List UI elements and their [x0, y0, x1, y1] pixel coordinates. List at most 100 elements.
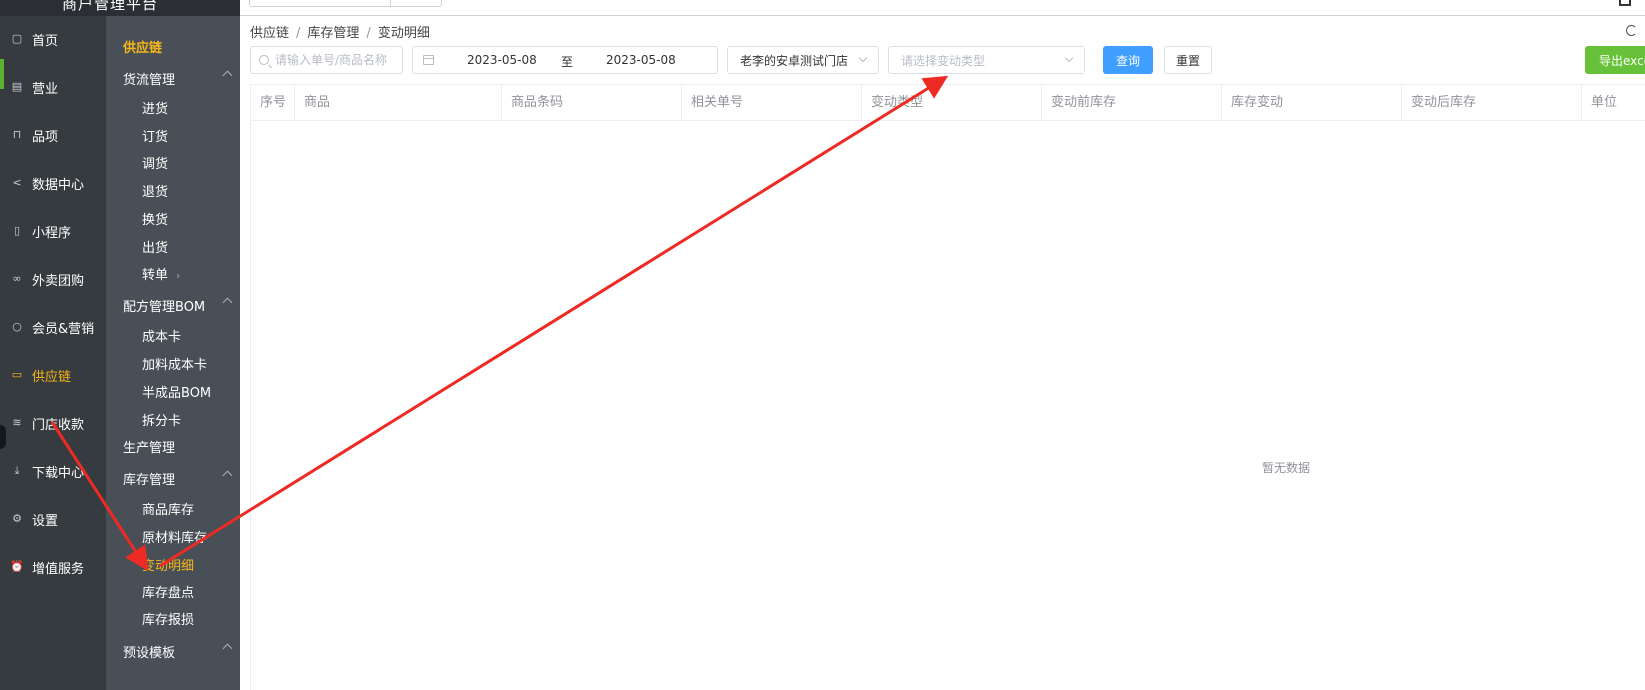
reset-button[interactable]: 重置	[1164, 46, 1212, 74]
menu-group-label: 货流管理	[123, 73, 176, 88]
menu-item-purchase[interactable]: 进货	[142, 98, 168, 117]
column-header[interactable]: 商品条码	[502, 85, 682, 121]
secondary-sidebar: 供应链 货流管理 进货 订货 调货 退货 换货 出货 转单 › 配方管理BOM 成…	[106, 16, 240, 690]
sidebar-item-label: 数据中心	[32, 177, 85, 193]
share-icon: <	[12, 176, 22, 189]
sidebar-item-label: 下载中心	[32, 465, 85, 481]
breadcrumb-item[interactable]: 库存管理	[307, 26, 359, 41]
sidebar-item-data-center[interactable]: < 数据中心	[0, 163, 106, 203]
bag-icon: ⊓	[12, 128, 22, 141]
menu-group-label: 预设模板	[123, 646, 176, 661]
stock-change-table: 序号 商品 商品条码 相关单号 变动类型 变动前库存 库存变动 变动后库存 单位…	[250, 84, 1645, 690]
column-header[interactable]: 单位	[1582, 85, 1645, 121]
menu-item-shipment[interactable]: 出货	[142, 237, 168, 256]
menu-item-exchange[interactable]: 换货	[142, 209, 168, 228]
table-header: 序号 商品 商品条码 相关单号 变动类型 变动前库存 库存变动 变动后库存 单位	[251, 85, 1645, 121]
column-header[interactable]: 库存变动	[1222, 85, 1402, 121]
sidebar-item-label: 供应链	[32, 369, 72, 385]
menu-item-stock-changes[interactable]: 变动明细	[142, 555, 194, 574]
search-box[interactable]	[250, 46, 403, 74]
date-start[interactable]: 2023-05-08	[467, 53, 537, 67]
sidebar-item-business[interactable]: ▤ 营业	[0, 67, 106, 107]
download-icon: ⤓	[14, 464, 20, 477]
menu-item-stocktake[interactable]: 库存盘点	[142, 582, 194, 601]
chevron-down-icon	[1064, 53, 1074, 63]
menu-item-convert[interactable]: 转单 ›	[142, 264, 180, 283]
breadcrumb-item[interactable]: 供应链	[250, 26, 289, 41]
menu-item-label: 转单	[142, 268, 169, 283]
top-bar: 商户管理平台	[0, 0, 1645, 16]
menu-item-product-stock[interactable]: 商品库存	[142, 499, 194, 518]
menu-group-label: 库存管理	[123, 473, 176, 488]
chevron-up-icon	[222, 70, 233, 81]
sidebar-item-label: 外卖团购	[32, 273, 85, 289]
menu-group-label: 配方管理BOM	[123, 300, 206, 315]
phone-icon: ▯	[13, 224, 21, 237]
fullscreen-icon[interactable]	[1619, 0, 1631, 6]
sidebar-item-label: 首页	[32, 33, 59, 49]
chevron-up-icon	[222, 470, 233, 481]
column-header[interactable]: 变动类型	[862, 85, 1042, 121]
menu-group-flow[interactable]: 货流管理	[123, 69, 235, 88]
gear-icon: ⚙	[12, 512, 22, 525]
menu-group-preset[interactable]: 预设模板	[123, 642, 235, 661]
menu-item-addon-cost-card[interactable]: 加料成本卡	[142, 354, 207, 373]
sidebar-item-label: 门店收款	[32, 417, 85, 433]
sidebar-item-membership[interactable]: ○ 会员&营销	[0, 307, 106, 347]
column-header[interactable]: 序号	[251, 85, 295, 121]
menu-group-bom[interactable]: 配方管理BOM	[123, 296, 235, 315]
empty-state-text: 暂无数据	[1262, 461, 1311, 475]
column-header[interactable]: 变动前库存	[1042, 85, 1222, 121]
calendar-icon: ▤	[11, 80, 23, 93]
breadcrumb-separator: /	[296, 26, 301, 41]
menu-item-material-stock[interactable]: 原材料库存	[142, 527, 207, 546]
main-content: 供应链 / 库存管理 / 变动明细 2023-05-08 至 2023-05-08 老李…	[240, 16, 1645, 690]
breadcrumb: 供应链 / 库存管理 / 变动明细	[250, 22, 430, 41]
search-input[interactable]	[275, 53, 393, 67]
column-header[interactable]: 商品	[295, 85, 502, 121]
home-icon: ▢	[11, 32, 23, 45]
date-range-separator: 至	[561, 55, 574, 69]
column-header[interactable]: 变动后库存	[1402, 85, 1582, 121]
sidebar-item-miniprogram[interactable]: ▯ 小程序	[0, 211, 106, 251]
query-button[interactable]: 查询	[1103, 46, 1153, 74]
sidebar-item-products[interactable]: ⊓ 品项	[0, 115, 106, 155]
store-select-value: 老李的安卓测试门店	[740, 53, 849, 68]
sidebar-item-label: 增值服务	[32, 561, 85, 577]
chevron-up-icon	[222, 297, 233, 308]
sidebar-item-label: 设置	[32, 513, 59, 529]
brand-name: 商户管理平台	[62, 0, 159, 13]
sidebar-item-downloads[interactable]: ⤓ 下载中心	[0, 451, 106, 491]
sidebar-item-supply-chain[interactable]: ▭ 供应链	[0, 355, 106, 395]
menu-group-inventory[interactable]: 库存管理	[123, 469, 235, 488]
sidebar-item-value-added[interactable]: ⏰ 增值服务	[0, 547, 106, 587]
top-search-input[interactable]	[249, 0, 442, 7]
truck-icon: ▭	[11, 368, 23, 381]
brand-logo: 商户管理平台	[0, 0, 240, 16]
sidebar-item-home[interactable]: ▢ 首页	[0, 19, 106, 59]
menu-item-split-card[interactable]: 拆分卡	[142, 410, 181, 429]
sidebar-item-settings[interactable]: ⚙ 设置	[0, 499, 106, 539]
menu-item-return[interactable]: 退货	[142, 181, 168, 200]
export-excel-button[interactable]: 导出excel	[1585, 46, 1645, 74]
date-range-picker[interactable]: 2023-05-08 至 2023-05-08	[412, 46, 718, 74]
store-select[interactable]: 老李的安卓测试门店	[727, 46, 879, 74]
secondary-sidebar-title: 供应链	[123, 41, 163, 56]
calendar-icon	[423, 55, 434, 65]
menu-item-transfer[interactable]: 调货	[142, 153, 168, 172]
menu-item-semi-bom[interactable]: 半成品BOM	[142, 382, 211, 401]
database-icon: ≋	[12, 416, 22, 429]
menu-item-stock-loss[interactable]: 库存报损	[142, 609, 194, 628]
bike-icon: ∞	[12, 272, 22, 285]
change-type-select[interactable]: 请选择变动类型	[888, 46, 1085, 74]
date-end[interactable]: 2023-05-08	[606, 53, 676, 67]
menu-item-order[interactable]: 订货	[142, 126, 168, 145]
alarm-icon: ⏰	[10, 560, 24, 573]
sidebar-item-payments[interactable]: ≋ 门店收款	[0, 403, 106, 443]
column-header[interactable]: 相关单号	[682, 85, 862, 121]
refresh-icon[interactable]	[1626, 25, 1637, 36]
menu-item-cost-card[interactable]: 成本卡	[142, 326, 181, 345]
sidebar-item-delivery[interactable]: ∞ 外卖团购	[0, 259, 106, 299]
menu-group-production[interactable]: 生产管理	[123, 437, 235, 456]
change-type-placeholder: 请选择变动类型	[901, 53, 986, 68]
